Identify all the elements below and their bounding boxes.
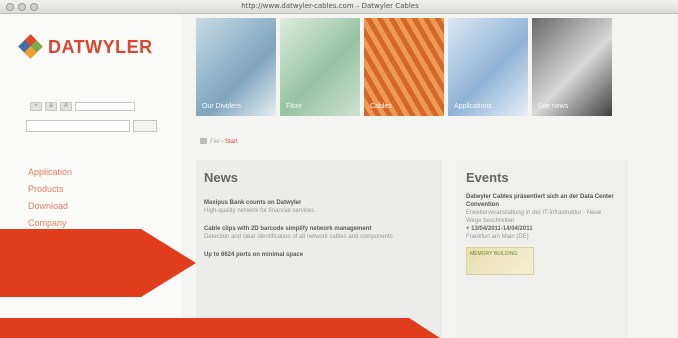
nav-item-application[interactable]: Application [28,164,72,181]
text-size-large-button[interactable]: A [60,102,72,111]
news-item[interactable]: Cable clips with 2D barcode simplify net… [204,225,434,241]
events-heading: Events [466,170,509,185]
sidebar-nav: Application Products Download Company [28,164,72,232]
news-item-title[interactable]: Cable clips with 2D barcode simplify net… [204,225,434,233]
news-heading: News [204,170,238,185]
news-item-title[interactable]: Maxipus Bank counts on Datwyler [204,199,434,207]
red-banner-overlay [0,318,440,338]
search-input[interactable] [26,120,130,132]
text-size-small-button[interactable]: a [45,102,57,111]
minimize-window-icon[interactable] [18,3,26,11]
logo-wordmark: DATWYLER [48,36,153,57]
event-badge-image[interactable]: MEMORY BUILDING [466,247,534,275]
tile-label: Site news [538,103,569,110]
news-item[interactable]: Maxipus Bank counts on Datwyler High-qua… [204,199,434,215]
window-controls[interactable] [6,3,38,11]
tile-cables[interactable]: Cables [364,18,444,116]
event-desc: Erweiterveranstaltung in der IT-Infrastr… [466,210,602,224]
tile-label: Fibre [286,103,302,110]
news-item-desc: High-quality network for financial servi… [204,208,315,214]
breadcrumb-path[interactable]: Fiel [210,139,220,145]
event-place: Frankfurt am Main (DE) [466,234,529,240]
event-date: + 13/04/2011-14/04/2011 [466,226,533,232]
browser-titlebar: http://www.datwyler-cables.com – Datwyle… [0,0,678,14]
language-select[interactable] [75,102,135,111]
tile-label: Cables [370,103,392,110]
zoom-window-icon[interactable] [30,3,38,11]
breadcrumb: Fiel › Start [200,138,238,145]
breadcrumb-current: Start [225,139,238,145]
text-size-toolbar: + a A [30,102,135,111]
search-button[interactable] [133,120,157,132]
window-title: http://www.datwyler-cables.com – Datwyle… [241,2,419,10]
news-item-title[interactable]: Up to 6624 ports on minimal space [204,251,434,259]
tile-our-dividers[interactable]: Our Dividers [196,18,276,116]
close-window-icon[interactable] [6,3,14,11]
tile-applications[interactable]: Applications [448,18,528,116]
news-item[interactable]: Up to 6624 ports on minimal space [204,251,434,259]
logo-diamond-icon [18,34,43,59]
nav-item-products[interactable]: Products [28,181,72,198]
tile-label: Our Dividers [202,103,241,110]
nav-item-download[interactable]: Download [28,198,72,215]
events-panel: Events Datwyler Cables präsentiert sich … [456,160,628,338]
news-item-desc: Detection and clear identification of al… [204,234,393,240]
tile-fibre[interactable]: Fibre [280,18,360,116]
hero-tiles: Our Dividers Fibre Cables Applications S… [196,18,612,116]
search-bar [26,120,157,132]
text-size-increase-button[interactable]: + [30,102,42,111]
tile-label: Applications [454,103,492,110]
tile-site-news[interactable]: Site news [532,18,612,116]
home-icon[interactable] [200,138,207,144]
company-logo[interactable]: DATWYLER [18,34,153,59]
event-title[interactable]: Datwyler Cables präsentiert sich an der … [466,193,618,209]
news-panel: News Maxipus Bank counts on Datwyler Hig… [196,160,442,338]
